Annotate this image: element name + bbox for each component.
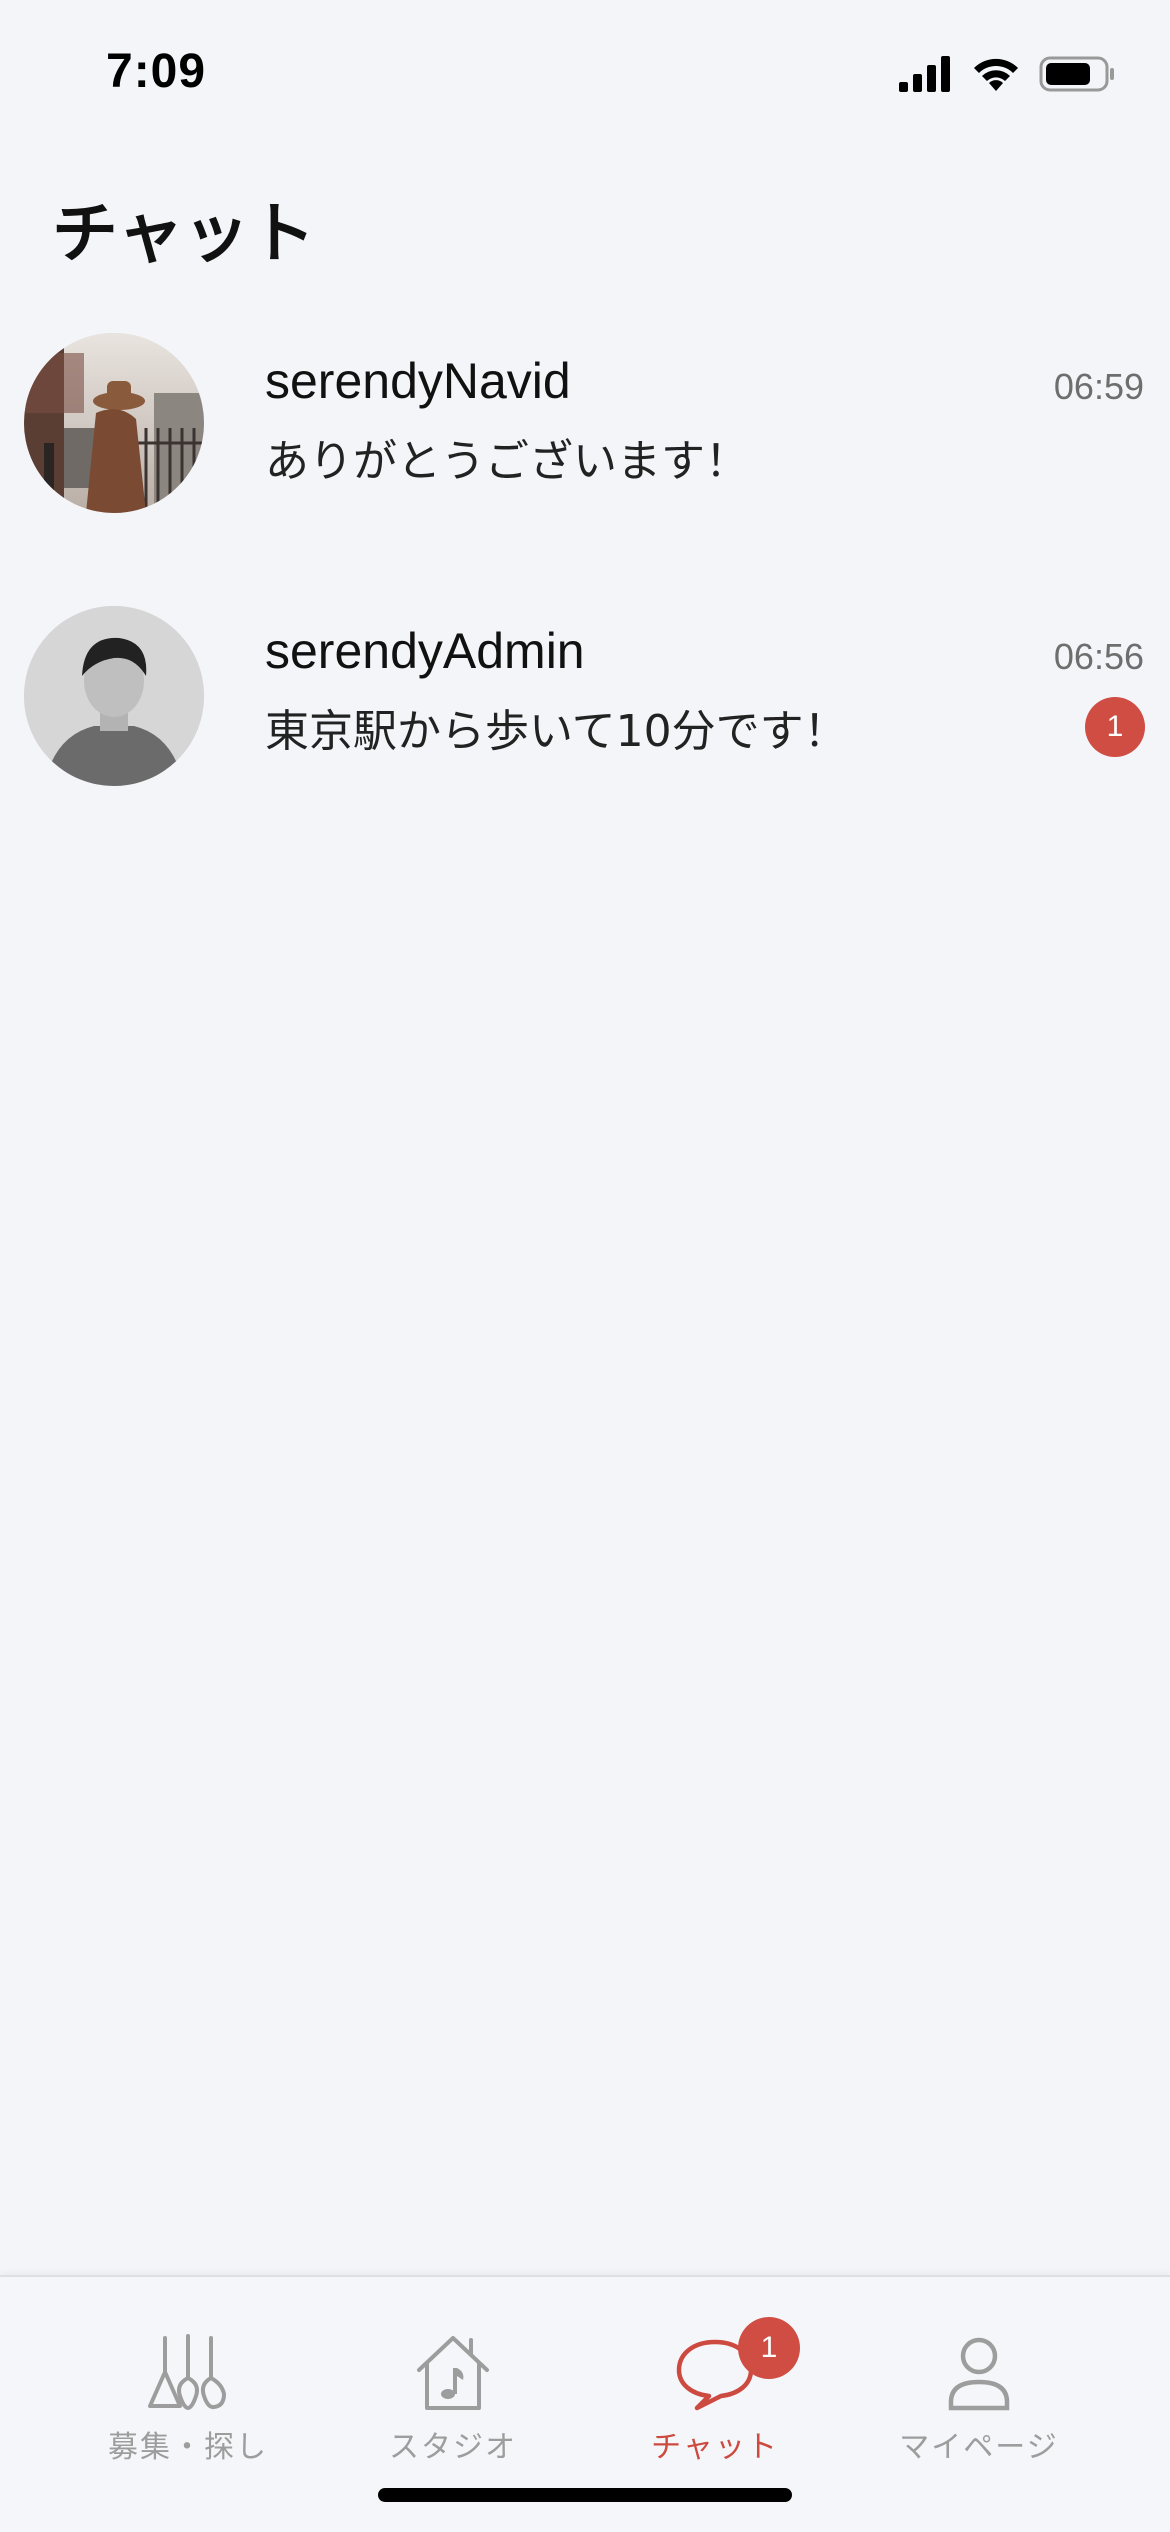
tab-mypage[interactable]: マイページ [849, 2277, 1109, 2477]
studio-house-icon [417, 2336, 489, 2410]
chat-last-message: 東京駅から歩いて10分です！ [265, 706, 848, 757]
chat-time: 06:59 [1053, 366, 1144, 407]
cellular-signal-icon [899, 56, 950, 92]
tab-label: マイページ [899, 2430, 1059, 2465]
avatar [24, 606, 204, 786]
chat-screen: 7:09 チャット serendyNavid ありがとうございます！ 06:59… [0, 0, 1170, 2532]
home-indicator[interactable] [378, 2488, 792, 2502]
tab-recruit[interactable]: 募集・探し [58, 2277, 318, 2477]
chat-name: serendyAdmin [265, 623, 585, 679]
battery-icon [1039, 56, 1114, 92]
guitars-icon [148, 2334, 226, 2410]
chat-row-serendynavid[interactable]: serendyNavid ありがとうございます！ 06:59 [0, 300, 1170, 540]
page-title: チャット [52, 195, 316, 272]
person-icon [948, 2337, 1010, 2411]
avatar-photo-portrait [24, 606, 204, 786]
tab-label: チャット [651, 2430, 779, 2465]
tab-badge: 1 [738, 2317, 800, 2379]
tab-label: 募集・探し [108, 2430, 268, 2465]
wifi-icon [974, 58, 1018, 91]
chat-last-message: ありがとうございます！ [265, 436, 749, 487]
avatar [24, 333, 204, 513]
tab-label: スタジオ [389, 2430, 517, 2465]
status-time: 7:09 [106, 45, 207, 98]
tab-chat[interactable]: 1 チャット [585, 2277, 845, 2477]
unread-badge: 1 [1085, 697, 1145, 757]
chat-row-serendyadmin[interactable]: serendyAdmin 東京駅から歩いて10分です！ 06:56 1 [0, 572, 1170, 812]
tab-studio[interactable]: スタジオ [323, 2277, 583, 2477]
status-icons [899, 52, 1115, 96]
avatar-photo-street [24, 333, 204, 513]
chat-name: serendyNavid [265, 353, 571, 409]
status-bar: 7:09 [0, 0, 1170, 150]
chat-time: 06:56 [1053, 636, 1144, 677]
